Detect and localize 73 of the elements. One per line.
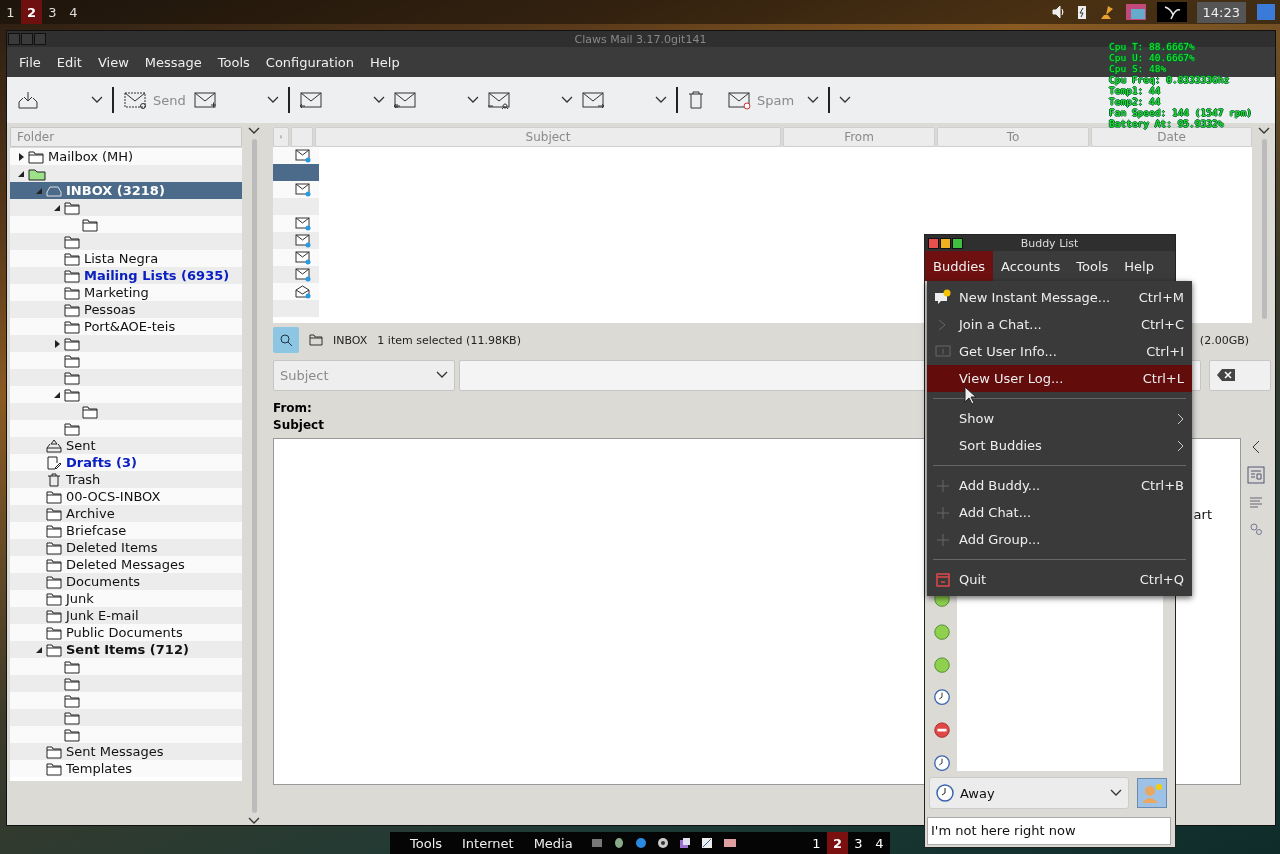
header-label: Subject (273, 418, 324, 434)
workspace-tab[interactable]: 4 (869, 832, 890, 854)
menu-item[interactable]: Add Buddy... Ctrl+B (927, 472, 1192, 499)
folder-row[interactable]: Deleted Items (10, 539, 242, 556)
menu-item[interactable]: Get User Info... Ctrl+I (927, 338, 1192, 365)
workspace-tab[interactable]: 3 (848, 832, 869, 854)
monitor-reading: Cpu U: 40.6667% (1109, 52, 1196, 63)
menu-item[interactable]: Tools (1068, 251, 1117, 281)
menu-item[interactable]: Add Chat... (927, 499, 1192, 526)
folder-row[interactable]: Drafts (3) (10, 454, 242, 471)
folder-row[interactable]: Pessoas (10, 301, 242, 318)
folder-row[interactable]: Public Documents (10, 624, 242, 641)
folder-row[interactable]: Deleted Messages (10, 556, 242, 573)
folder-row[interactable]: Port&AOE-teis (10, 318, 242, 335)
status-message-field[interactable]: I'm not here right now (927, 817, 1171, 845)
folder-name: INBOX (333, 333, 368, 347)
menu-item[interactable]: Configuration (257, 54, 362, 70)
selection-info: 1 item selected (11.98KB) (377, 333, 521, 347)
folder-row[interactable]: Sent Messages (10, 743, 242, 760)
folder-row[interactable]: Mailing Lists (6935) (10, 267, 242, 284)
monitor-reading: Temp1: 44 (1109, 85, 1162, 96)
menu-item[interactable]: Media (523, 835, 583, 851)
monitor-reading: Cpu Freq: 0.833333Ghz (1109, 74, 1231, 85)
menu-item[interactable]: View User Log... Ctrl+L (927, 365, 1192, 392)
status-dropdown[interactable]: Away (929, 777, 1129, 809)
menu-item[interactable]: Join a Chat... Ctrl+C (927, 311, 1192, 338)
workspace-tab[interactable]: 2 (21, 0, 42, 24)
folder-row[interactable]: Junk (10, 590, 242, 607)
menu-item[interactable]: Edit (48, 54, 90, 70)
folder-row[interactable]: Briefcase (10, 522, 242, 539)
workspace-tab[interactable]: 4 (63, 0, 84, 24)
monitor-reading: Battery At: 95.9332% (1109, 118, 1225, 129)
folder-row[interactable]: Marketing (10, 284, 242, 301)
message-text: art (1193, 507, 1212, 524)
monitor-reading: Cpu T: 88.6667% (1109, 41, 1196, 52)
workspace-tab[interactable]: 3 (42, 0, 63, 24)
workspace-tab[interactable]: 2 (827, 832, 848, 854)
menu-item[interactable]: Help (1116, 251, 1162, 281)
folder-row[interactable]: INBOX (3218) (10, 182, 242, 199)
menu-item[interactable]: Add Group... (927, 526, 1192, 553)
folder-row[interactable]: Archive (10, 505, 242, 522)
workspace-tab[interactable]: 1 (806, 832, 827, 854)
monitor-reading: Fan Speed: 144 (1547 rpm) (1109, 107, 1252, 118)
menu-item[interactable]: Message (136, 54, 210, 70)
menu-item[interactable]: Tools (209, 54, 258, 70)
menu-item[interactable]: Help (362, 54, 408, 70)
folder-row[interactable]: Sent Items (712) (10, 641, 242, 658)
workspace-tab[interactable]: 1 (0, 0, 21, 24)
clock: 14:23 (1196, 1, 1246, 23)
menu-item[interactable]: Show (927, 405, 1192, 432)
monitor-reading: Temp2: 44 (1109, 96, 1162, 107)
header-label: From: (273, 401, 312, 417)
window-title: Claws Mail 3.17.0git141 (573, 32, 708, 46)
menu-item[interactable]: Tools (400, 835, 453, 851)
folder-row[interactable]: 00-OCS-INBOX (10, 488, 242, 505)
menu-item[interactable]: Accounts (993, 251, 1069, 281)
folder-row[interactable]: Trash (10, 471, 242, 488)
quota-info: (2.00GB) (1199, 333, 1249, 347)
folder-row[interactable]: Sent (10, 437, 242, 454)
folder-row[interactable]: Documents (10, 573, 242, 590)
menu-item[interactable]: Quit Ctrl+Q (927, 566, 1192, 593)
folder-row[interactable]: Mailbox (MH) (10, 148, 242, 165)
monitor-reading: Cpu S: 48% (1109, 63, 1168, 74)
menu-item[interactable]: New Instant Message... Ctrl+M (927, 284, 1192, 311)
folder-row[interactable]: Lista Negra (10, 250, 242, 267)
folder-row[interactable]: Templates (10, 760, 242, 777)
menu-item[interactable]: Internet (452, 835, 524, 851)
folder-row[interactable]: Junk E-mail (10, 607, 242, 624)
menu-item[interactable]: Buddies (925, 251, 994, 281)
menu-item[interactable]: File (11, 54, 49, 70)
window-title: Buddy List (1019, 236, 1080, 250)
menu-item[interactable]: Sort Buddies (927, 432, 1192, 459)
menu-item[interactable]: View (89, 54, 137, 70)
